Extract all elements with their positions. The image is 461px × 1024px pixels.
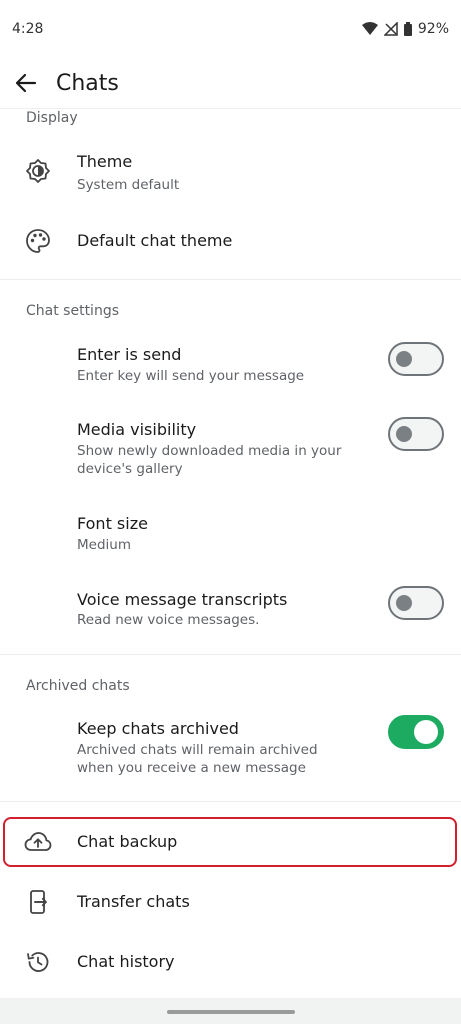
setting-chat-history[interactable]: Chat history <box>0 936 461 988</box>
setting-media-visibility[interactable]: Media visibility Show newly downloaded m… <box>0 408 461 484</box>
phone-transfer-icon <box>24 888 52 916</box>
setting-font-size[interactable]: Font size Medium <box>0 502 461 564</box>
toggle-knob <box>396 595 412 611</box>
setting-default-chat-theme-title: Default chat theme <box>77 231 233 250</box>
setting-transfer-chats-title: Transfer chats <box>77 892 190 911</box>
setting-font-size-value: Medium <box>77 537 131 553</box>
section-header-archived-chats: Archived chats <box>26 678 130 694</box>
signal-icon <box>383 22 398 36</box>
wifi-icon <box>361 22 378 35</box>
setting-transfer-chats[interactable]: Transfer chats <box>0 876 461 928</box>
toggle-knob <box>414 720 438 744</box>
setting-enter-is-send-title: Enter is send <box>77 345 182 364</box>
toggle-voice-transcripts[interactable] <box>388 586 444 620</box>
toggle-knob <box>396 351 412 367</box>
arrow-back-icon <box>15 73 37 93</box>
highlight-box <box>3 817 457 867</box>
status-time: 4:28 <box>12 21 44 37</box>
setting-voice-transcripts[interactable]: Voice message transcripts Read new voice… <box>0 578 461 638</box>
toggle-knob <box>396 426 412 442</box>
brightness-icon <box>24 157 52 185</box>
palette-icon <box>24 227 52 255</box>
setting-default-chat-theme[interactable]: Default chat theme <box>0 214 461 268</box>
section-header-display: Display <box>26 110 78 126</box>
battery-icon <box>403 22 412 36</box>
setting-theme-value: System default <box>77 177 180 193</box>
app-bar: Chats <box>0 58 461 108</box>
setting-media-visibility-desc-line1: Show newly downloaded media in your <box>77 443 342 459</box>
back-button[interactable] <box>1 58 51 108</box>
setting-media-visibility-title: Media visibility <box>77 420 197 439</box>
setting-enter-is-send-desc: Enter key will send your message <box>77 368 305 384</box>
setting-theme[interactable]: Theme System default <box>0 140 461 206</box>
setting-keep-chats-archived[interactable]: Keep chats archived Archived chats will … <box>0 708 461 784</box>
history-icon <box>24 948 52 976</box>
navigation-bar <box>0 998 461 1024</box>
battery-percent: 92% <box>417 21 449 37</box>
status-bar: 4:28 92% <box>0 0 461 58</box>
divider <box>0 279 461 280</box>
app-bar-divider <box>0 108 461 109</box>
status-icons: 92% <box>361 21 449 37</box>
setting-keep-chats-archived-desc-line2: when you receive a new message <box>77 760 306 776</box>
setting-enter-is-send[interactable]: Enter is send Enter key will send your m… <box>0 334 461 392</box>
setting-font-size-title: Font size <box>77 514 148 533</box>
setting-media-visibility-desc-line2: device's gallery <box>77 461 183 477</box>
setting-keep-chats-archived-title: Keep chats archived <box>77 719 239 738</box>
home-gesture-handle[interactable] <box>167 1010 295 1014</box>
divider <box>0 654 461 655</box>
setting-voice-transcripts-desc: Read new voice messages. <box>77 612 260 628</box>
section-header-chat-settings: Chat settings <box>26 303 119 319</box>
toggle-media-visibility[interactable] <box>388 417 444 451</box>
setting-theme-title: Theme <box>77 152 133 171</box>
page-title: Chats <box>56 70 119 96</box>
setting-chat-history-title: Chat history <box>77 952 175 971</box>
toggle-enter-is-send[interactable] <box>388 342 444 376</box>
setting-voice-transcripts-title: Voice message transcripts <box>77 590 288 609</box>
divider <box>0 801 461 802</box>
toggle-keep-chats-archived[interactable] <box>388 715 444 749</box>
setting-keep-chats-archived-desc-line1: Archived chats will remain archived <box>77 742 318 758</box>
